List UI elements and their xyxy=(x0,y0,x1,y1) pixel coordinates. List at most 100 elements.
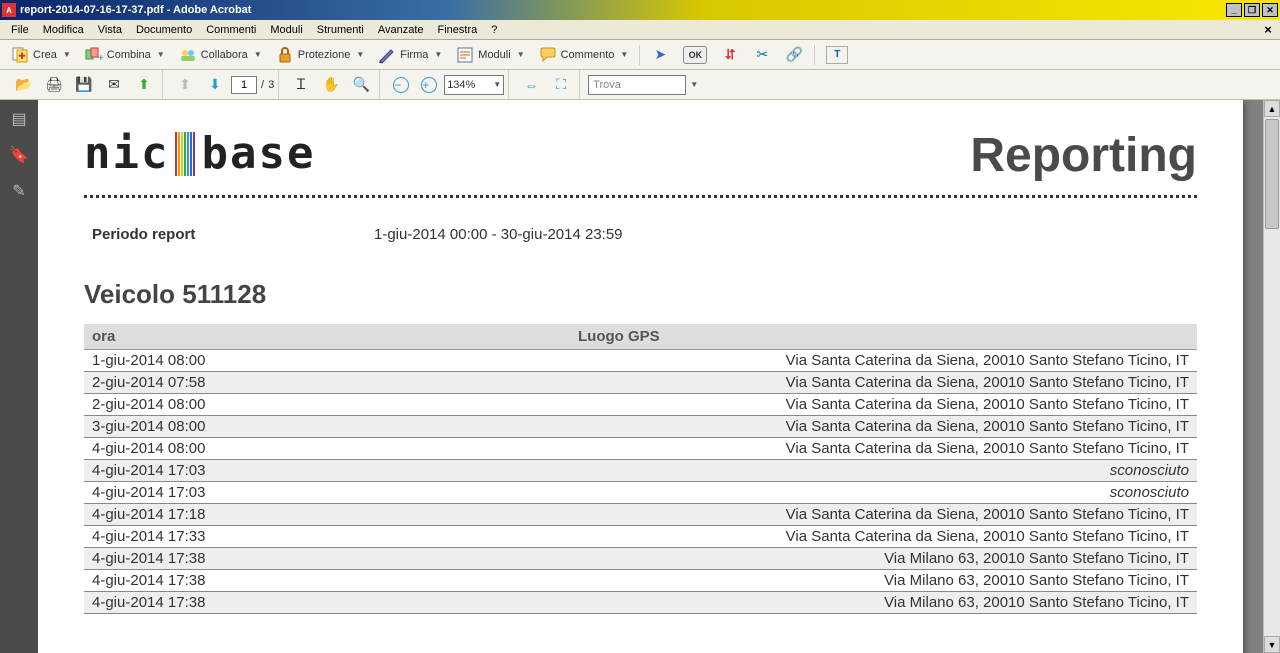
nicbase-logo: nic base xyxy=(84,128,315,179)
comment-icon xyxy=(539,46,557,64)
menu-documento[interactable]: Documento xyxy=(129,22,199,38)
period-label: Periodo report xyxy=(84,226,374,243)
chevron-down-icon: ▼ xyxy=(254,50,262,59)
table-row: 4-giu-2014 17:03sconosciuto xyxy=(84,460,1197,482)
collabora-button[interactable]: Collabora ▼ xyxy=(174,43,267,67)
crop-tool-button[interactable]: ✂ xyxy=(748,43,776,67)
logo-text-left: nic xyxy=(84,128,169,179)
crea-button[interactable]: ✚ Crea ▼ xyxy=(6,43,76,67)
scroll-track[interactable] xyxy=(1264,117,1280,636)
cell-gps: Via Milano 63, 20010 Santo Stefano Ticin… xyxy=(574,548,1197,570)
menu-moduli[interactable]: Moduli xyxy=(263,22,309,38)
chevron-down-icon[interactable]: ▼ xyxy=(690,80,698,89)
marquee-zoom-tool[interactable]: 🔍 xyxy=(347,73,375,97)
zoom-out-button[interactable]: − xyxy=(388,73,414,97)
page-number-input[interactable] xyxy=(231,76,257,94)
scroll-down-button[interactable]: ▼ xyxy=(1264,636,1280,653)
cell-gps: Via Santa Caterina da Siena, 20010 Santo… xyxy=(574,504,1197,526)
zoom-value: 134% xyxy=(447,79,475,91)
cell-ora: 4-giu-2014 17:33 xyxy=(84,526,574,548)
svg-text:+: + xyxy=(98,53,103,64)
select-tool-button[interactable]: ➤ xyxy=(646,43,674,67)
app-icon: A xyxy=(2,3,16,17)
cell-ora: 4-giu-2014 17:03 xyxy=(84,482,574,504)
vertical-scrollbar[interactable]: ▲ ▼ xyxy=(1263,100,1280,653)
cell-gps: Via Santa Caterina da Siena, 20010 Santo… xyxy=(574,372,1197,394)
firma-button[interactable]: Firma ▼ xyxy=(373,43,447,67)
text-select-icon: Ꮖ xyxy=(292,76,310,94)
link-tool-button[interactable]: 🔗 xyxy=(780,43,808,67)
uturn-icon: ⮃ xyxy=(721,46,739,64)
fit-width-button[interactable]: ⇔ xyxy=(517,73,545,97)
scroll-up-button[interactable]: ▲ xyxy=(1264,100,1280,117)
bookmarks-panel-button[interactable]: 🔖 xyxy=(8,144,30,166)
logo-text-right: base xyxy=(201,128,315,179)
prev-page-button[interactable]: ⬆ xyxy=(171,73,199,97)
close-document-button[interactable]: × xyxy=(1260,21,1276,37)
link-icon: 🔗 xyxy=(785,46,803,64)
menu-file[interactable]: File xyxy=(4,22,36,38)
minimize-button[interactable]: _ xyxy=(1226,3,1242,17)
zoom-select[interactable]: 134% ▼ xyxy=(444,75,504,95)
chevron-down-icon: ▼ xyxy=(620,50,628,59)
fit-page-button[interactable]: ⛶ xyxy=(547,73,575,97)
cell-ora: 4-giu-2014 17:03 xyxy=(84,460,574,482)
menu-strumenti[interactable]: Strumenti xyxy=(310,22,371,38)
cell-ora: 4-giu-2014 17:18 xyxy=(84,504,574,526)
arrow-up-icon: ⬆ xyxy=(176,76,194,94)
sign-icon xyxy=(378,46,396,64)
create-icon: ✚ xyxy=(11,46,29,64)
cell-ora: 2-giu-2014 08:00 xyxy=(84,394,574,416)
select-text-tool[interactable]: Ꮖ xyxy=(287,73,315,97)
find-input[interactable] xyxy=(588,75,686,95)
hand-tool[interactable]: ✋ xyxy=(317,73,345,97)
forms-icon xyxy=(456,46,474,64)
cursor-icon: ➤ xyxy=(651,46,669,64)
chevron-down-icon: ▼ xyxy=(157,50,165,59)
combina-button[interactable]: + Combina ▼ xyxy=(80,43,170,67)
menu-finestra[interactable]: Finestra xyxy=(431,22,485,38)
table-row: 4-giu-2014 17:38Via Milano 63, 20010 San… xyxy=(84,548,1197,570)
save-button[interactable]: 💾 xyxy=(70,73,98,97)
scroll-thumb[interactable] xyxy=(1265,119,1279,229)
menu-modifica[interactable]: Modifica xyxy=(36,22,91,38)
menu-commenti[interactable]: Commenti xyxy=(199,22,263,38)
open-button[interactable]: 📂 xyxy=(10,73,38,97)
next-page-button[interactable]: ⬇ xyxy=(201,73,229,97)
zoom-in-button[interactable]: + xyxy=(416,73,442,97)
cell-ora: 1-giu-2014 08:00 xyxy=(84,350,574,372)
logo-stripes-icon xyxy=(175,132,195,176)
commento-button[interactable]: Commento ▼ xyxy=(534,43,634,67)
email-button[interactable]: ✉ xyxy=(100,73,128,97)
document-viewport[interactable]: nic base Reporting Periodo report 1-giu-… xyxy=(38,100,1263,653)
upload-button[interactable]: ⬆ xyxy=(130,73,158,97)
ok-stamp-icon: OK xyxy=(683,46,707,64)
print-button[interactable]: 🖨 xyxy=(40,73,68,97)
table-row: 2-giu-2014 08:00Via Santa Caterina da Si… xyxy=(84,394,1197,416)
col-header-ora: ora xyxy=(84,324,574,350)
menu-help[interactable]: ? xyxy=(484,22,504,38)
table-row: 4-giu-2014 17:33Via Santa Caterina da Si… xyxy=(84,526,1197,548)
menu-avanzate[interactable]: Avanzate xyxy=(371,22,431,38)
cell-ora: 4-giu-2014 17:38 xyxy=(84,592,574,614)
pages-panel-button[interactable]: ▤ xyxy=(8,108,30,130)
uturn-tool-button[interactable]: ⮃ xyxy=(716,43,744,67)
text-edit-tool-button[interactable]: T xyxy=(821,43,853,67)
menu-vista[interactable]: Vista xyxy=(91,22,129,38)
minus-icon: − xyxy=(393,77,409,93)
pages-icon: ▤ xyxy=(11,109,26,129)
close-button[interactable]: ✕ xyxy=(1262,3,1278,17)
signatures-panel-button[interactable]: ✎ xyxy=(8,180,30,202)
email-icon: ✉ xyxy=(105,76,123,94)
protezione-button[interactable]: Protezione ▼ xyxy=(271,43,370,67)
moduli-button[interactable]: Moduli ▼ xyxy=(451,43,529,67)
table-row: 4-giu-2014 17:38Via Milano 63, 20010 San… xyxy=(84,592,1197,614)
ok-stamp-button[interactable]: OK xyxy=(678,43,712,67)
chevron-down-icon: ▼ xyxy=(63,50,71,59)
maximize-button[interactable]: ❐ xyxy=(1244,3,1260,17)
report-table: ora Luogo GPS 1-giu-2014 08:00Via Santa … xyxy=(84,324,1197,614)
window-controls: _ ❐ ✕ xyxy=(1226,3,1278,17)
cell-gps: sconosciuto xyxy=(574,482,1197,504)
cell-ora: 4-giu-2014 08:00 xyxy=(84,438,574,460)
cell-ora: 4-giu-2014 17:38 xyxy=(84,548,574,570)
